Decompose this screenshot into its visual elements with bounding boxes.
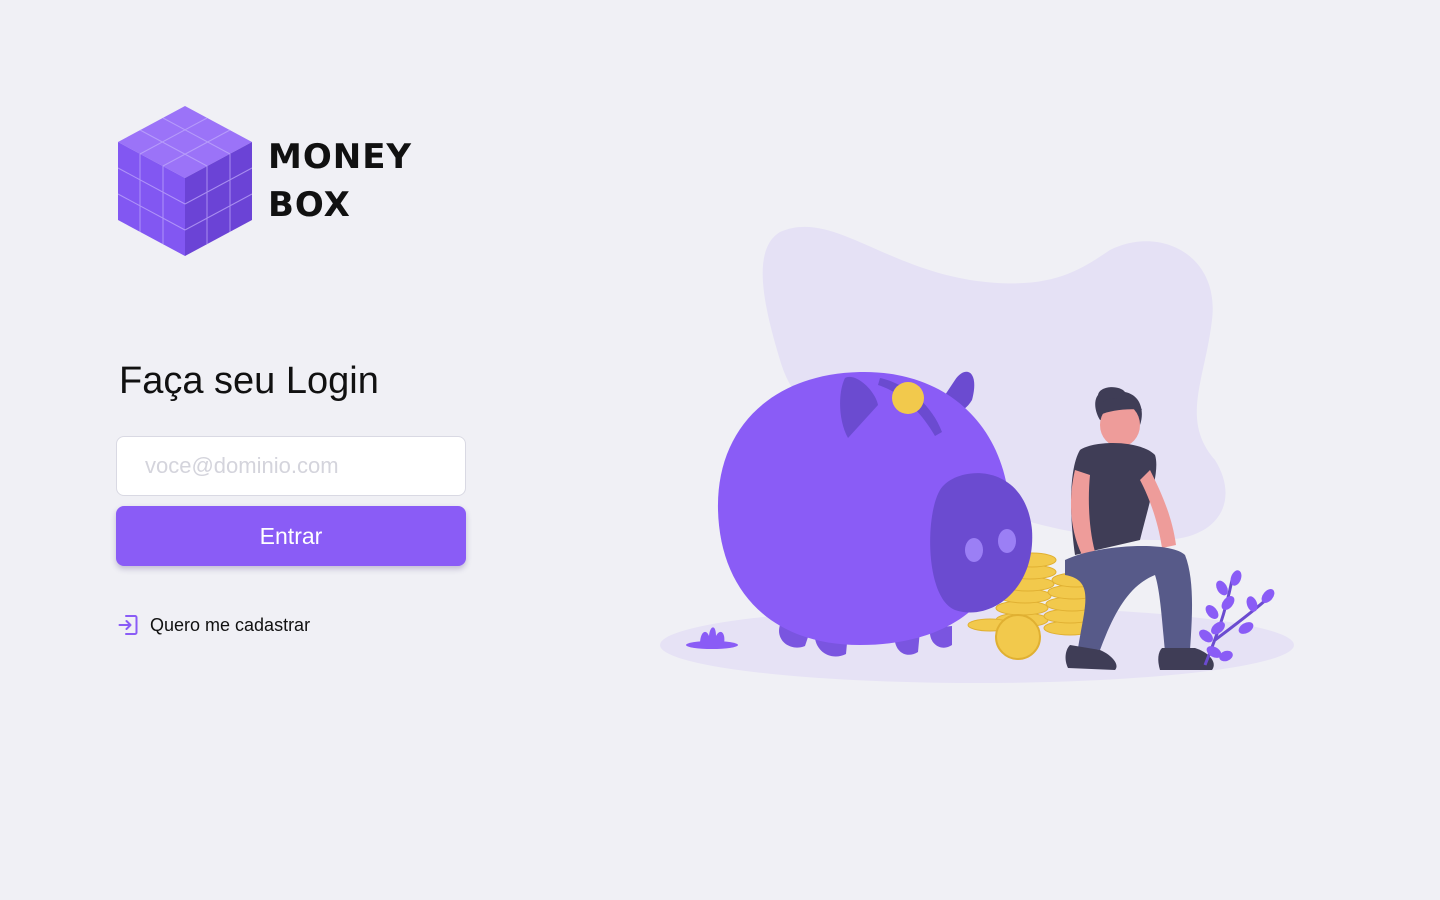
brand-line-1: MONEY: [268, 137, 413, 177]
register-label: Quero me cadastrar: [150, 614, 311, 635]
cube-logo-icon: [118, 106, 252, 256]
register-link[interactable]: Quero me cadastrar: [118, 614, 310, 636]
brand-name: MONEY BOX: [268, 133, 412, 229]
logo: MONEY BOX: [118, 106, 412, 256]
piggy-bank-illustration: [660, 226, 1294, 683]
email-input[interactable]: [116, 436, 466, 496]
login-page: MONEY BOX Faça seu Login Entrar Quero me…: [0, 0, 1440, 900]
submit-button[interactable]: Entrar: [116, 506, 466, 566]
login-title: Faça seu Login: [119, 360, 379, 402]
ground-shadow: [660, 607, 1294, 683]
coin-front: [995, 614, 1041, 660]
sign-in-icon: [118, 615, 138, 635]
brand-line-2: BOX: [268, 185, 351, 225]
